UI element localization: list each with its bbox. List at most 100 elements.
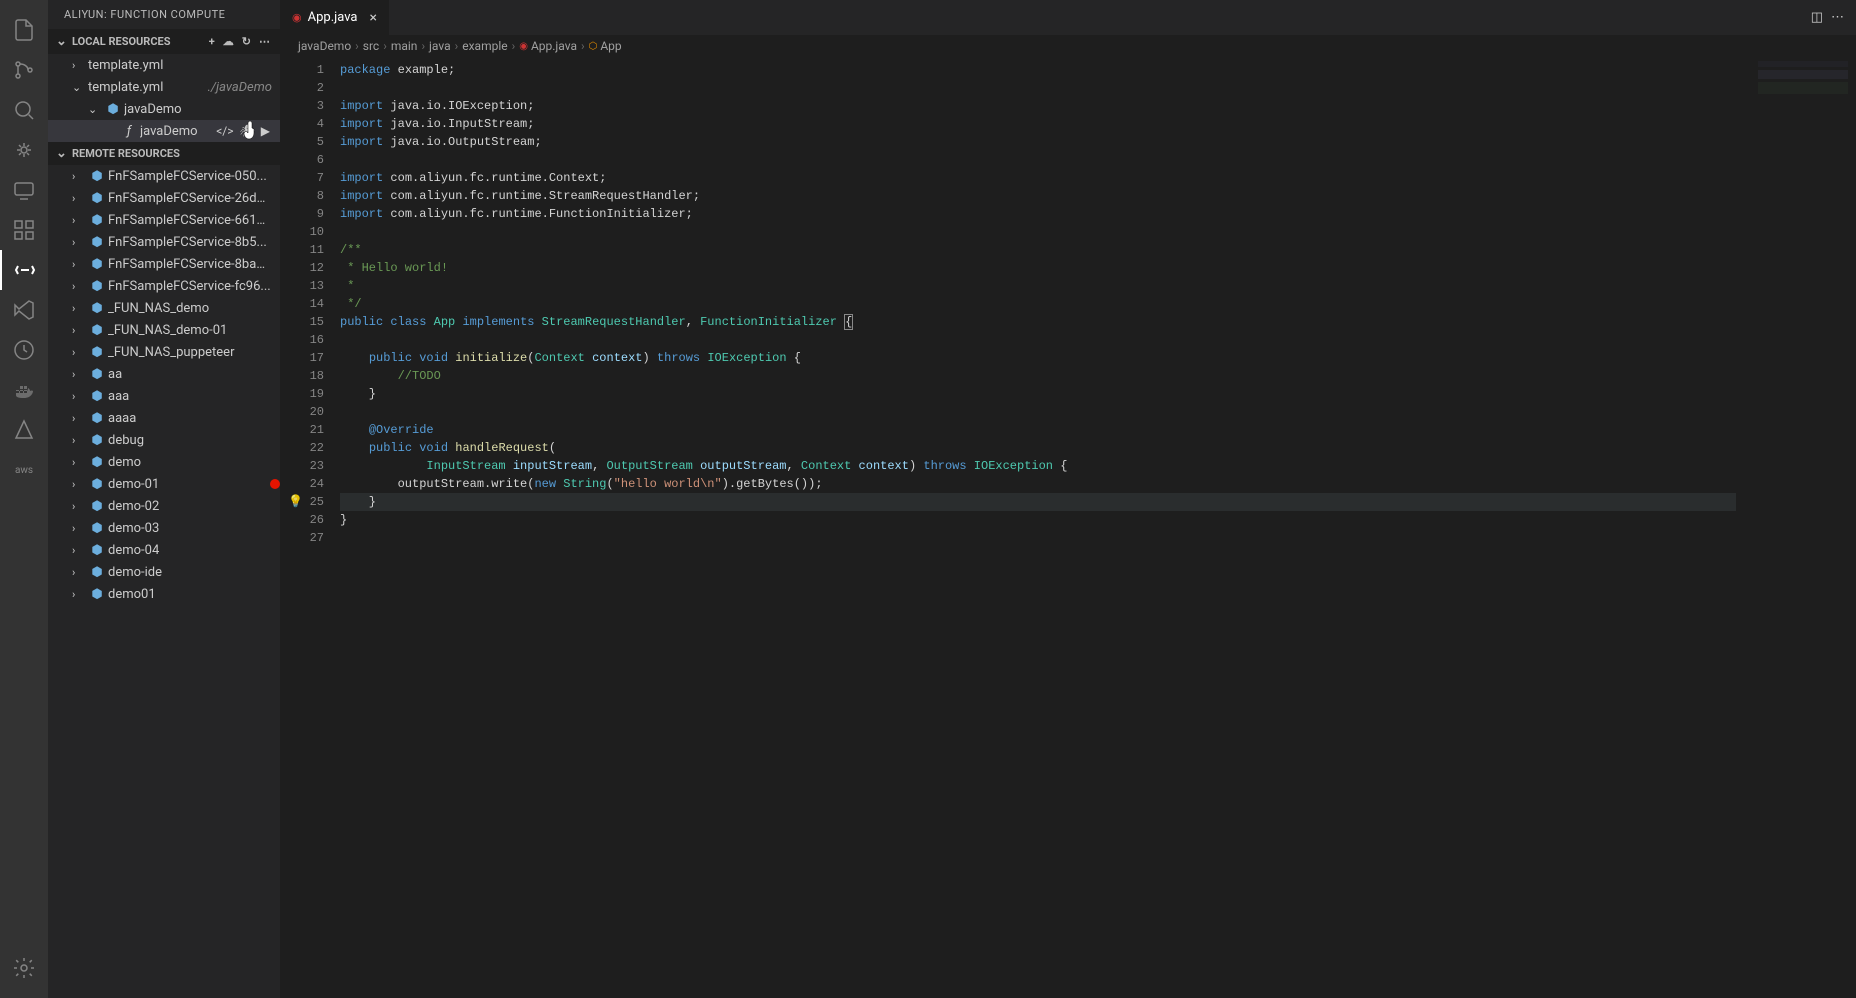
tree-item[interactable]: ›⬢aa [48,363,280,385]
tree-item[interactable]: ›⬢demo [48,451,280,473]
breadcrumb-item[interactable]: example [462,39,507,53]
azure-icon[interactable] [0,410,48,450]
service-icon: ⬢ [88,345,106,360]
breadcrumb-item[interactable]: ◉ App.java [519,39,577,53]
tree-item[interactable]: ›⬢FnFSampleFCService-fc96... [48,275,280,297]
code-line[interactable] [340,529,1736,547]
editor[interactable]: 1234567891011121314151617181920212223242… [280,57,1856,998]
minimap[interactable] [1736,57,1856,998]
code-line[interactable]: * [340,277,1736,295]
code-line[interactable] [340,151,1736,169]
bug-icon[interactable]: 🕷 [238,124,257,138]
code-line[interactable]: import java.io.IOException; [340,97,1736,115]
tree-item[interactable]: ›⬢demo-01 [48,473,280,495]
code-line[interactable]: } [340,385,1736,403]
tree-item[interactable]: ›⬢demo-04 [48,539,280,561]
source-control-icon[interactable] [0,50,48,90]
service-icon: ⬢ [88,213,106,228]
settings-icon[interactable] [0,948,48,988]
aws-icon[interactable]: aws [0,450,48,490]
search-icon[interactable] [0,90,48,130]
chevron-right-icon: › [72,500,88,513]
code-content[interactable]: package example; import java.io.IOExcept… [340,57,1736,998]
tree-item[interactable]: ƒjavaDemo</>🕷▶ [48,120,280,142]
code-line[interactable]: import com.aliyun.fc.runtime.FunctionIni… [340,205,1736,223]
code-line[interactable] [340,331,1736,349]
code-line[interactable]: } [340,511,1736,529]
chevron-right-icon: › [72,522,88,535]
line-gutter[interactable]: 1234567891011121314151617181920212223242… [280,57,340,998]
aliyun-icon[interactable] [0,250,48,290]
refresh-icon[interactable]: ↻ [240,33,253,50]
tree-item[interactable]: ⌄⬢javaDemo [48,98,280,120]
breadcrumbs[interactable]: javaDemo›src›main›java›example›◉ App.jav… [280,35,1856,57]
code-line[interactable]: package example; [340,61,1736,79]
tree-item[interactable]: ›⬢FnFSampleFCService-661b... [48,209,280,231]
tree-item[interactable]: ›⬢aaa [48,385,280,407]
explorer-icon[interactable] [0,10,48,50]
tree-item[interactable]: ›template.yml [48,54,280,76]
split-editor-icon[interactable]: ◫ [1811,10,1823,25]
chevron-right-icon: › [72,170,88,183]
tree-item[interactable]: ›⬢FnFSampleFCService-26d1... [48,187,280,209]
close-icon[interactable]: × [369,10,376,26]
remote-resources-header[interactable]: ⌄ REMOTE RESOURCES [48,142,280,165]
code-line[interactable]: //TODO [340,367,1736,385]
code-line[interactable]: */ [340,295,1736,313]
tree-item[interactable]: ⌄template.yml./javaDemo [48,76,280,98]
code-line[interactable]: public void initialize(Context context) … [340,349,1736,367]
tree-item[interactable]: ›⬢_FUN_NAS_demo-01 [48,319,280,341]
tree-item-label: FnFSampleFCService-661b... [108,213,272,228]
code-line[interactable]: public void handleRequest( [340,439,1736,457]
tree-item[interactable]: ›⬢demo-ide [48,561,280,583]
local-resources-header[interactable]: ⌄ LOCAL RESOURCES + ☁ ↻ ⋯ [48,29,280,54]
deploy-icon[interactable]: ☁ [221,33,236,50]
code-line[interactable]: import com.aliyun.fc.runtime.StreamReque… [340,187,1736,205]
tree-item[interactable]: ›⬢_FUN_NAS_puppeteer [48,341,280,363]
more-icon[interactable]: ⋯ [257,33,272,50]
breadcrumb-item[interactable]: ⬡ App [589,39,622,53]
code-line[interactable]: import com.aliyun.fc.runtime.Context; [340,169,1736,187]
docker-icon[interactable] [0,370,48,410]
code-line[interactable]: import java.io.OutputStream; [340,133,1736,151]
tree-item[interactable]: ›⬢demo-03 [48,517,280,539]
tree-item[interactable]: ›⬢aaaa [48,407,280,429]
tree-item[interactable]: ›⬢demo-02 [48,495,280,517]
code-line[interactable]: /** [340,241,1736,259]
code-line[interactable]: outputStream.write(new String("hello wor… [340,475,1736,493]
activity-bar: aws [0,0,48,998]
breadcrumb-item[interactable]: src [363,39,379,53]
tree-item[interactable]: ›⬢_FUN_NAS_demo [48,297,280,319]
code-line[interactable] [340,79,1736,97]
code-icon[interactable]: </> [214,124,235,138]
code-line[interactable] [340,223,1736,241]
vscode-icon[interactable] [0,290,48,330]
tree-item[interactable]: ›⬢debug [48,429,280,451]
code-line[interactable]: import java.io.InputStream; [340,115,1736,133]
code-line[interactable]: * Hello world! [340,259,1736,277]
code-line[interactable]: InputStream inputStream, OutputStream ou… [340,457,1736,475]
remote-icon[interactable] [0,170,48,210]
tree-item[interactable]: ›⬢FnFSampleFCService-050... [48,165,280,187]
run-icon[interactable]: ▶ [259,124,272,138]
debug-icon[interactable] [0,130,48,170]
clock-icon[interactable] [0,330,48,370]
tree-item[interactable]: ›⬢FnFSampleFCService-8baa... [48,253,280,275]
breadcrumb-item[interactable]: javaDemo [298,39,351,53]
code-line[interactable] [340,403,1736,421]
breadcrumb-item[interactable]: java [429,39,451,53]
tree-item-label: FnFSampleFCService-26d1... [108,191,272,206]
tree-item-label: aaa [108,389,272,404]
code-line[interactable]: } [340,493,1736,511]
tree-item[interactable]: ›⬢demo01 [48,583,280,605]
tab-app-java[interactable]: ◉ App.java × [280,0,390,35]
service-icon: ⬢ [88,191,106,206]
breadcrumb-item[interactable]: main [391,39,418,53]
code-line[interactable]: public class App implements StreamReques… [340,313,1736,331]
add-icon[interactable]: + [207,33,217,50]
extensions-icon[interactable] [0,210,48,250]
more-actions-icon[interactable]: ⋯ [1831,10,1844,25]
tree-item[interactable]: ›⬢FnFSampleFCService-8b5... [48,231,280,253]
code-line[interactable]: @Override [340,421,1736,439]
tree-item-label: _FUN_NAS_puppeteer [108,345,272,360]
